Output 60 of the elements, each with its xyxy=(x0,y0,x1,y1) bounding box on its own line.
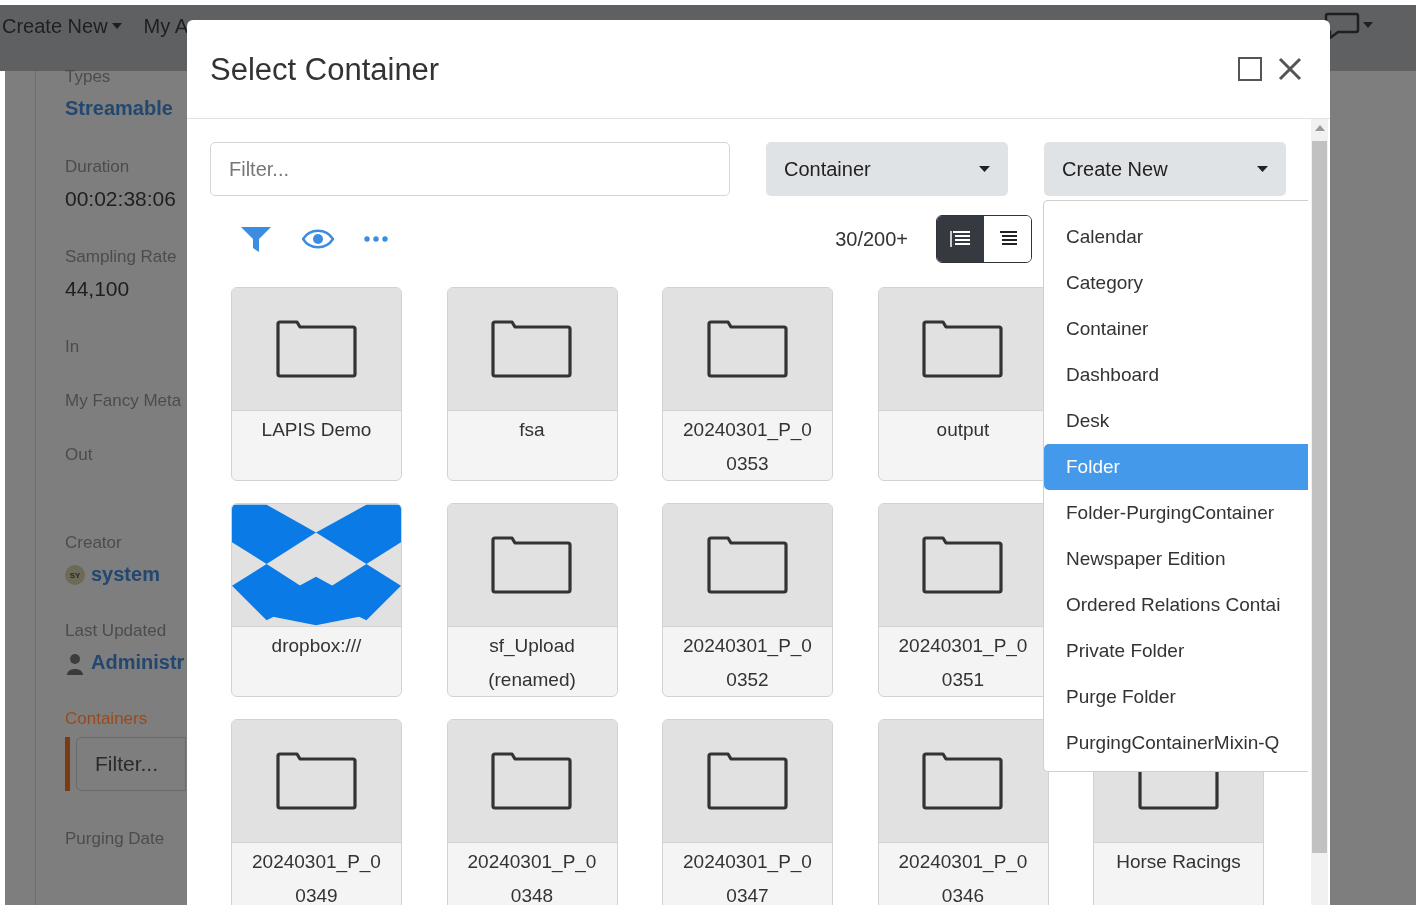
container-tile[interactable]: 20240301_P_00347 xyxy=(662,719,833,905)
folder-icon xyxy=(490,319,574,379)
create-new-dropdown[interactable]: Create New xyxy=(1044,142,1286,196)
scroll-up-icon[interactable] xyxy=(1314,125,1325,131)
folder-icon xyxy=(274,319,359,379)
folder-icon xyxy=(490,535,574,595)
container-tile[interactable]: 20240301_P_00349 xyxy=(231,719,402,905)
container-tile[interactable]: dropbox:/// xyxy=(231,503,402,697)
field-value: 00:02:38:06 xyxy=(65,187,176,212)
folder-icon xyxy=(705,751,790,811)
scrollbar-thumb[interactable] xyxy=(1312,141,1327,853)
tile-label: 20240301_P_00347 xyxy=(682,850,813,905)
caret-icon xyxy=(111,23,122,29)
caret-icon[interactable] xyxy=(1363,22,1373,28)
menu-item[interactable]: Calendar xyxy=(1044,214,1308,260)
container-tile[interactable]: sf_Upload (renamed) xyxy=(446,503,618,697)
field-value: 44,100 xyxy=(65,277,130,302)
caret-icon xyxy=(1257,166,1268,172)
tile-label: 20240301_P_00348 xyxy=(466,850,598,905)
close-icon[interactable] xyxy=(1278,57,1302,81)
folder-icon xyxy=(921,535,1005,595)
caret-icon xyxy=(979,166,990,172)
dialog-title: Select Container xyxy=(210,52,441,88)
chat-bubble-icon[interactable] xyxy=(1324,11,1360,39)
tile-label: Horse Racings xyxy=(1115,850,1242,874)
tile-label: LAPIS Demo xyxy=(260,418,373,442)
tile-label: 20240301_P_00349 xyxy=(251,850,382,905)
tile-label: 20240301_P_00353 xyxy=(682,418,813,476)
folder-icon xyxy=(274,751,359,811)
user-avatar-icon xyxy=(65,653,85,675)
tile-label: 20240301_P_00346 xyxy=(897,850,1029,905)
maximize-icon[interactable] xyxy=(1238,57,1262,81)
logo-icon xyxy=(232,504,401,626)
container-tile[interactable]: 20240301_P_00348 xyxy=(446,719,618,905)
avatar: SY xyxy=(65,565,85,585)
tile-label: dropbox:/// xyxy=(270,634,363,658)
filter-icon[interactable] xyxy=(240,225,272,253)
tile-label: 20240301_P_00351 xyxy=(897,634,1029,692)
tile-label: output xyxy=(935,418,991,442)
folder-icon xyxy=(921,319,1005,379)
container-tile[interactable]: 20240301_P_00352 xyxy=(662,503,833,697)
more-icon[interactable] xyxy=(364,236,388,242)
filter-field[interactable]: Filter... xyxy=(76,737,186,791)
eye-icon[interactable] xyxy=(302,228,334,250)
container-type-dropdown[interactable]: Container xyxy=(766,142,1008,196)
folder-icon xyxy=(490,751,574,811)
tile-label: fsa xyxy=(518,418,546,442)
result-count: 30/200+ xyxy=(835,227,908,251)
folder-icon xyxy=(921,751,1005,811)
tile-label: 20240301_P_00352 xyxy=(682,634,813,692)
container-tile[interactable]: 20240301_P_00353 xyxy=(662,287,833,481)
tile-label: sf_Upload (renamed) xyxy=(487,634,577,692)
container-tile[interactable]: LAPIS Demo xyxy=(231,287,402,481)
folder-icon xyxy=(705,319,790,379)
list-icon xyxy=(949,229,972,249)
container-tile[interactable]: 20240301_P_00346 xyxy=(877,719,1049,905)
field-label: Containers xyxy=(65,709,148,730)
list-view-button[interactable] xyxy=(937,216,984,262)
folder-icon xyxy=(705,535,790,595)
container-tile[interactable]: fsa xyxy=(446,287,618,481)
